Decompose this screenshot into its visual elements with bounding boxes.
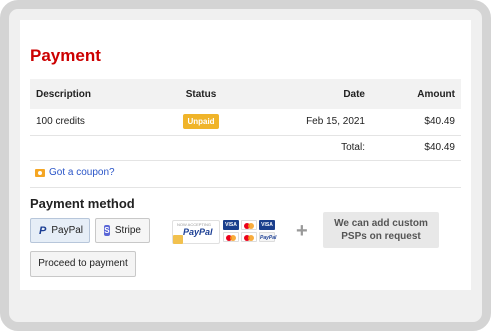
invoice-table: Description Status Date Amount 100 credi… bbox=[30, 79, 461, 161]
coupon-icon bbox=[35, 168, 45, 177]
paypal-label: PayPal bbox=[51, 225, 84, 236]
coupon-link[interactable]: Got a coupon? bbox=[35, 167, 115, 178]
stripe-icon: S bbox=[104, 225, 110, 236]
total-amount: $40.49 bbox=[371, 135, 461, 161]
proceed-to-payment-button[interactable]: Proceed to payment bbox=[30, 251, 136, 277]
divider bbox=[30, 187, 461, 188]
mastercard-icon bbox=[241, 220, 257, 230]
col-status: Status bbox=[141, 79, 261, 109]
payment-card: Payment Description Status Date Amount 1… bbox=[20, 20, 471, 290]
visa-icon: VISA bbox=[223, 220, 239, 230]
stripe-label: Stripe bbox=[114, 225, 141, 236]
paypal-icon: P bbox=[39, 224, 47, 237]
total-row: Total: $40.49 bbox=[30, 135, 461, 161]
plus-icon: + bbox=[296, 220, 308, 242]
lock-icon bbox=[173, 235, 183, 244]
status-badge: Unpaid bbox=[183, 114, 219, 130]
paypal-card-icon: PayPal bbox=[259, 232, 276, 242]
window-frame: Payment Description Status Date Amount 1… bbox=[0, 0, 491, 331]
mastercard-icon bbox=[223, 232, 239, 242]
row-date: Feb 15, 2021 bbox=[261, 109, 371, 136]
row-amount: $40.49 bbox=[371, 109, 461, 136]
col-date: Date bbox=[261, 79, 371, 109]
page-title: Payment bbox=[30, 46, 101, 65]
col-description: Description bbox=[30, 79, 141, 109]
maestro-icon bbox=[241, 232, 257, 242]
paypal-option-button[interactable]: P PayPal bbox=[30, 218, 90, 243]
stripe-option-button[interactable]: S Stripe bbox=[95, 218, 150, 243]
paypal-secured-logo: NOW ACCEPTING PayPal bbox=[172, 220, 220, 244]
table-header-row: Description Status Date Amount bbox=[30, 79, 461, 109]
row-description: 100 credits bbox=[30, 109, 141, 136]
col-amount: Amount bbox=[371, 79, 461, 109]
card-logos: VISA VISA PayPal bbox=[221, 220, 277, 244]
total-label: Total: bbox=[261, 135, 371, 161]
custom-psp-note: We can add custom PSPs on request bbox=[323, 212, 439, 248]
visa-icon: VISA bbox=[259, 220, 275, 230]
payment-method-title: Payment method bbox=[30, 196, 135, 211]
coupon-label[interactable]: Got a coupon? bbox=[49, 167, 115, 178]
table-row: 100 credits Unpaid Feb 15, 2021 $40.49 bbox=[30, 109, 461, 136]
